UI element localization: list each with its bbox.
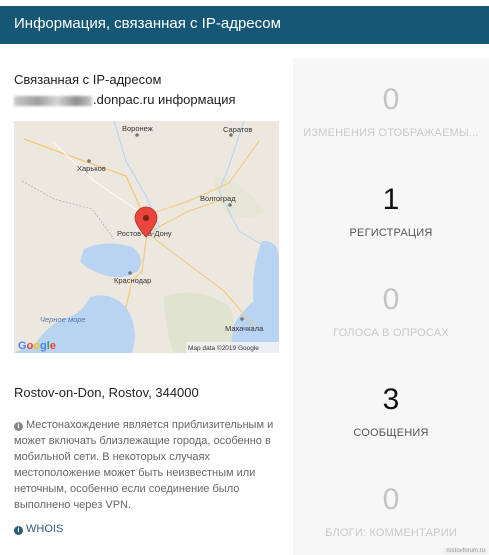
stat-label: СООБЩЕНИЯ bbox=[353, 427, 429, 439]
map-city-saratov: Саратов bbox=[223, 125, 252, 134]
stat-value: 0 bbox=[382, 83, 400, 116]
location-text: Rostov-on-Don, Rostov, 344000 bbox=[14, 385, 199, 400]
map-city-makhachkala: Махачкала bbox=[225, 324, 264, 333]
whois-link[interactable]: i WHOIS bbox=[14, 523, 63, 535]
stat-value: 0 bbox=[382, 283, 400, 316]
info-heading-line2: .donpac.ru информация bbox=[14, 92, 236, 107]
info-icon: i bbox=[14, 422, 23, 431]
stat-label: РЕГИСТРАЦИЯ bbox=[349, 227, 433, 239]
whois-info-icon: i bbox=[14, 526, 23, 535]
location-disclaimer: i Местонахождение является приблизительны… bbox=[14, 417, 279, 513]
stat-poll-votes[interactable]: 0 ГОЛОСА В ОПРОСАХ bbox=[293, 283, 489, 339]
stat-value: 3 bbox=[382, 383, 400, 416]
map-city-kharkiv: Харьков bbox=[77, 164, 106, 173]
google-logo: Google bbox=[18, 340, 56, 352]
map-city-krasnodar: Краснодар bbox=[114, 276, 151, 285]
stat-display-changes[interactable]: 0 ИЗМЕНЕНИЯ ОТОБРАЖАЕМЫ... bbox=[293, 83, 489, 139]
disclaimer-text: Местонахождение является приблизительным… bbox=[14, 419, 274, 511]
stat-label: БЛОГИ: КОММЕНТАРИИ bbox=[325, 527, 457, 539]
map-sea-label: Черное море bbox=[40, 315, 86, 324]
stat-messages[interactable]: 3 СООБЩЕНИЯ bbox=[293, 383, 489, 439]
map-attribution: Map data ©2019 Google bbox=[188, 344, 259, 352]
whois-label: WHOIS bbox=[26, 523, 64, 535]
stat-label: ГОЛОСА В ОПРОСАХ bbox=[333, 327, 449, 339]
map-graphic: Воронеж Саратов Харьков Волгоград Ростов… bbox=[14, 121, 279, 353]
watermark: rostovforum.ru bbox=[444, 548, 487, 554]
stat-label: ИЗМЕНЕНИЯ ОТОБРАЖАЕМЫ... bbox=[303, 127, 479, 139]
stat-value: 1 bbox=[382, 183, 400, 216]
stat-value: 0 bbox=[382, 483, 400, 516]
header-title: Информация, связанная с IP-адресом bbox=[14, 15, 281, 32]
map-city-volgograd: Волгоград bbox=[200, 194, 236, 203]
stat-registration[interactable]: 1 РЕГИСТРАЦИЯ bbox=[293, 183, 489, 239]
location-map[interactable]: Воронеж Саратов Харьков Волгоград Ростов… bbox=[14, 121, 279, 353]
info-heading-line1: Связанная с IP-адресом bbox=[14, 72, 162, 87]
stat-blog-comments[interactable]: 0 БЛОГИ: КОММЕНТАРИИ bbox=[293, 483, 489, 539]
hostname-text: .donpac.ru информация bbox=[93, 92, 236, 107]
map-city-voronezh: Воронеж bbox=[122, 124, 153, 133]
redacted-ip bbox=[14, 95, 92, 106]
page-header: Информация, связанная с IP-адресом bbox=[0, 6, 489, 44]
